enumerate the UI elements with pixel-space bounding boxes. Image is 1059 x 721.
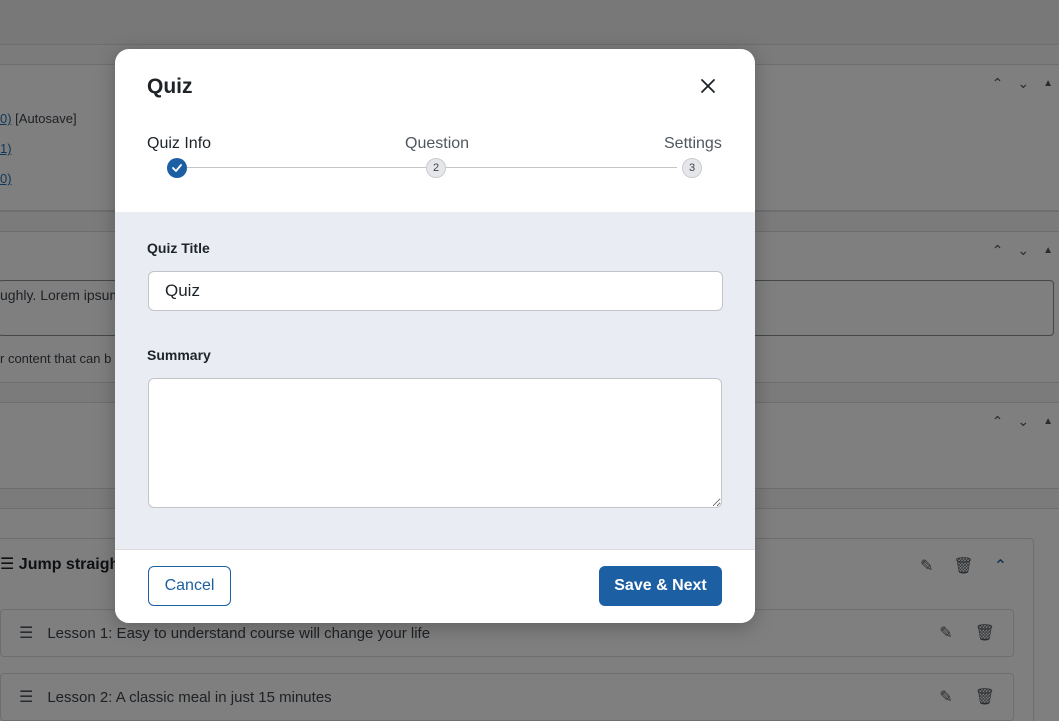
step-number-badge: 2 bbox=[426, 158, 446, 178]
step-complete-icon bbox=[167, 158, 187, 178]
step-number-badge: 3 bbox=[682, 158, 702, 178]
step-progress: Quiz Info Question Settings 2 3 bbox=[147, 133, 723, 183]
modal-body: Quiz Title Summary bbox=[115, 212, 755, 549]
save-next-button[interactable]: Save & Next bbox=[599, 566, 722, 606]
close-icon[interactable] bbox=[697, 75, 719, 97]
step-label-question[interactable]: Question bbox=[405, 135, 469, 153]
step-label-quiz-info[interactable]: Quiz Info bbox=[147, 135, 211, 153]
modal-footer: Cancel Save & Next bbox=[115, 549, 755, 623]
quiz-title-input[interactable] bbox=[148, 271, 723, 311]
step-label-settings[interactable]: Settings bbox=[664, 135, 722, 153]
modal-title: Quiz bbox=[147, 75, 193, 98]
modal-header: Quiz Quiz Info Question Settings 2 3 bbox=[115, 49, 755, 212]
quiz-title-label: Quiz Title bbox=[147, 240, 210, 256]
quiz-modal: Quiz Quiz Info Question Settings 2 3 Qui… bbox=[115, 49, 755, 623]
cancel-button[interactable]: Cancel bbox=[148, 566, 231, 606]
summary-label: Summary bbox=[147, 347, 211, 363]
summary-textarea[interactable] bbox=[148, 378, 722, 508]
